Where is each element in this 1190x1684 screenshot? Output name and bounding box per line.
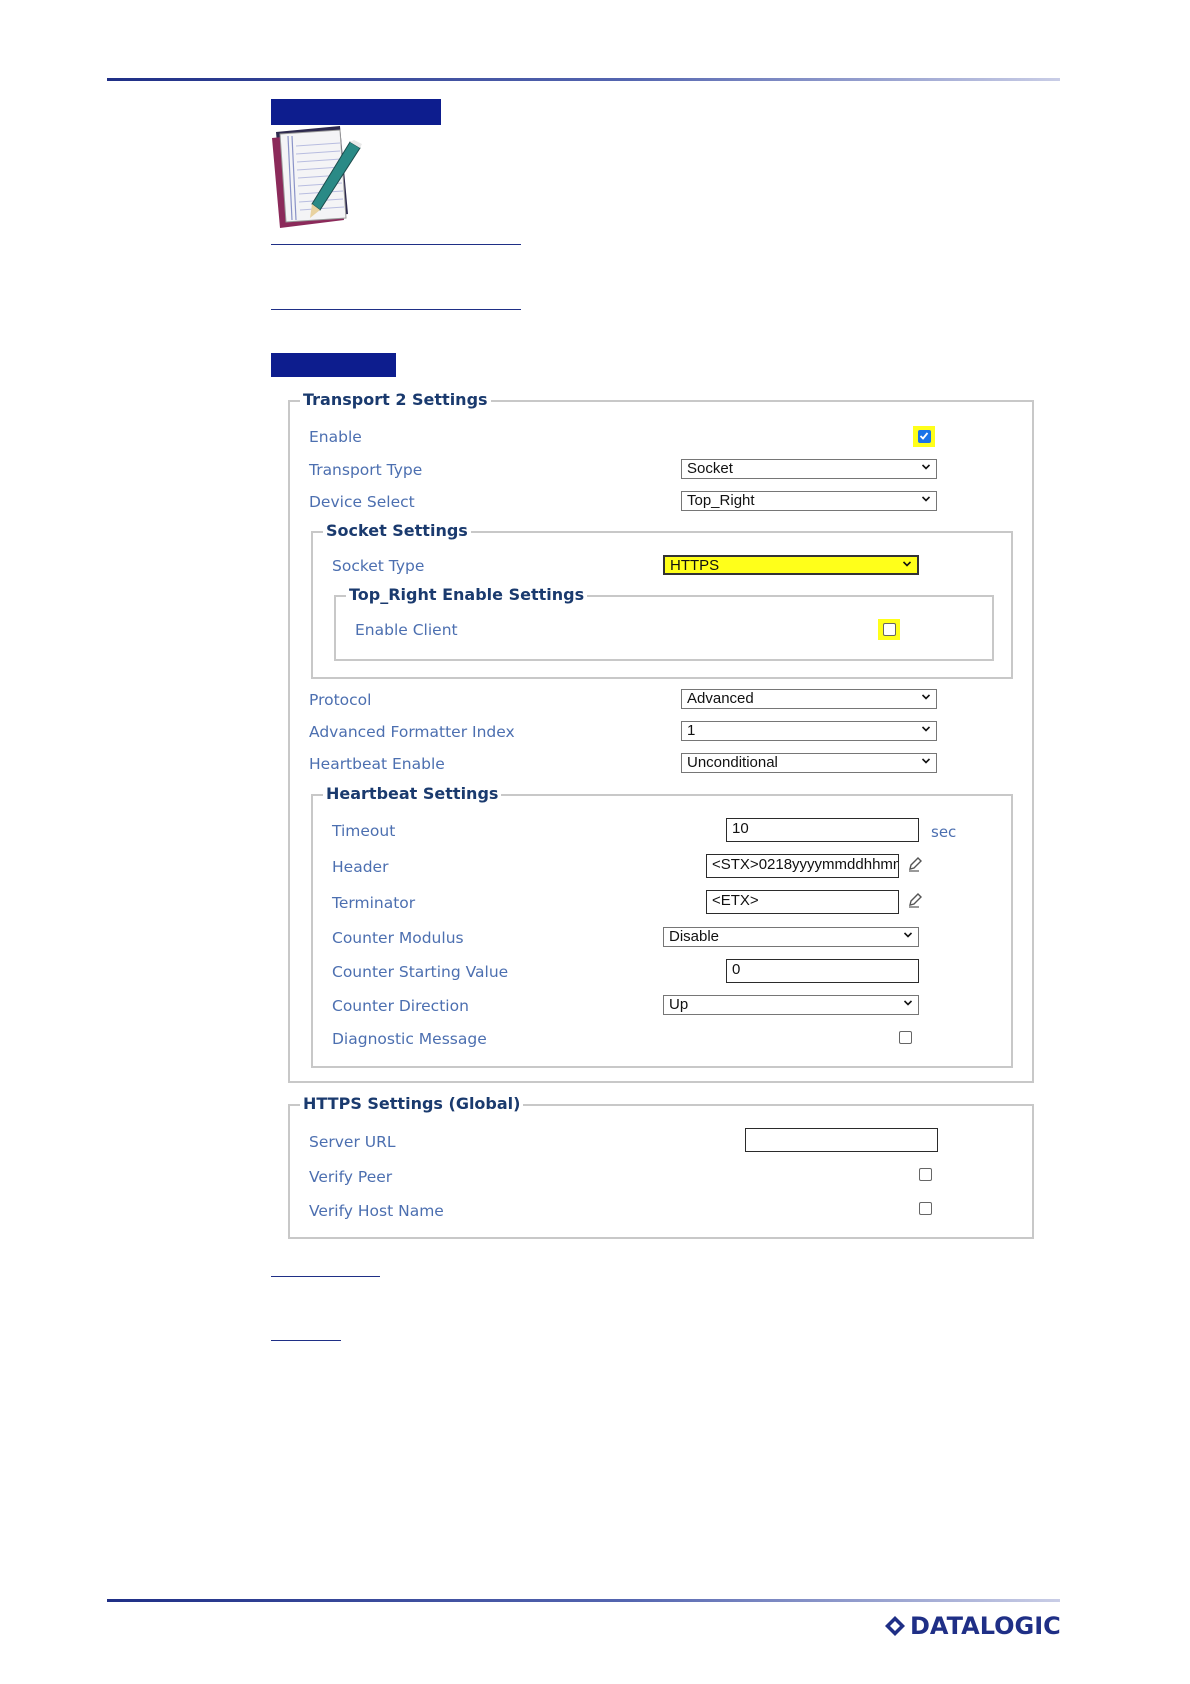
- footer-rule: [107, 1599, 1060, 1602]
- transport-type-select[interactable]: Socket: [681, 459, 937, 479]
- diagnostic-checkbox[interactable]: [899, 1031, 912, 1044]
- enable-checkbox[interactable]: [918, 430, 931, 443]
- server-url-input[interactable]: [745, 1128, 938, 1152]
- heartbeat-settings-legend: Heartbeat Settings: [323, 783, 502, 805]
- chevron-down-icon: [904, 932, 912, 938]
- timeout-label: Timeout: [332, 822, 396, 840]
- protocol-label: Protocol: [309, 691, 372, 709]
- header-input[interactable]: <STX>0218yyyymmddhhmm: [706, 854, 899, 878]
- verify-host-label: Verify Host Name: [309, 1202, 444, 1220]
- protocol-select[interactable]: Advanced: [681, 689, 937, 709]
- adv-formatter-value: 1: [687, 722, 696, 739]
- counter-modulus-label: Counter Modulus: [332, 929, 464, 947]
- counter-modulus-value: Disable: [669, 928, 720, 945]
- counter-direction-label: Counter Direction: [332, 997, 469, 1015]
- check-icon: [919, 432, 929, 440]
- transport-type-value: Socket: [687, 460, 733, 477]
- socket-type-value: HTTPS: [670, 557, 720, 574]
- heartbeat-enable-select[interactable]: Unconditional: [681, 753, 937, 773]
- verify-peer-checkbox[interactable]: [919, 1168, 932, 1181]
- diagnostic-label: Diagnostic Message: [332, 1030, 487, 1048]
- chevron-down-icon: [922, 726, 930, 732]
- socket-type-label: Socket Type: [332, 557, 425, 575]
- counter-direction-select[interactable]: Up: [663, 995, 919, 1015]
- adv-formatter-select[interactable]: 1: [681, 721, 937, 741]
- header-label: Header: [332, 858, 389, 876]
- counter-modulus-select[interactable]: Disable: [663, 927, 919, 947]
- chevron-down-icon: [903, 561, 911, 567]
- enable-settings-fieldset: Top_Right Enable Settings Enable Client: [334, 584, 994, 661]
- device-select-label: Device Select: [309, 493, 415, 511]
- underline-2: [271, 309, 521, 310]
- adv-formatter-label: Advanced Formatter Index: [309, 723, 515, 741]
- logo-text: DATALOGIC: [910, 1612, 1061, 1640]
- edit-pencil-icon[interactable]: [907, 856, 923, 872]
- counter-start-input[interactable]: 0: [726, 959, 919, 983]
- timeout-input[interactable]: 10: [726, 818, 919, 842]
- edit-pencil-icon[interactable]: [907, 892, 923, 908]
- redacted-heading: [271, 99, 441, 125]
- timeout-unit: sec: [931, 823, 957, 841]
- protocol-value: Advanced: [687, 690, 754, 707]
- socket-settings-fieldset: Socket Settings Socket Type HTTPS Top_Ri…: [311, 520, 1013, 679]
- chevron-down-icon: [922, 464, 930, 470]
- header-rule: [107, 78, 1060, 81]
- transport2-fieldset: Transport 2 Settings Enable Transport Ty…: [288, 389, 1034, 1083]
- counter-direction-value: Up: [669, 996, 689, 1013]
- chevron-down-icon: [922, 496, 930, 502]
- datalogic-logo: DATALOGIC: [884, 1612, 1061, 1640]
- heartbeat-settings-fieldset: Heartbeat Settings Timeout 10 sec Header…: [311, 783, 1013, 1068]
- heartbeat-enable-value: Unconditional: [687, 754, 778, 771]
- enable-client-label: Enable Client: [355, 621, 458, 639]
- device-select-value: Top_Right: [687, 492, 755, 509]
- underline-3: [271, 1276, 380, 1277]
- socket-settings-legend: Socket Settings: [323, 520, 471, 542]
- terminator-label: Terminator: [332, 894, 416, 912]
- counter-start-label: Counter Starting Value: [332, 963, 509, 981]
- terminator-input[interactable]: <ETX>: [706, 890, 899, 914]
- chevron-down-icon: [922, 694, 930, 700]
- socket-type-select[interactable]: HTTPS: [663, 555, 919, 575]
- verify-host-checkbox[interactable]: [919, 1202, 932, 1215]
- transport2-legend: Transport 2 Settings: [300, 389, 491, 411]
- heartbeat-enable-label: Heartbeat Enable: [309, 755, 445, 773]
- enable-label: Enable: [309, 428, 362, 446]
- underline-1: [271, 244, 521, 245]
- verify-peer-label: Verify Peer: [309, 1168, 393, 1186]
- chevron-down-icon: [904, 1000, 912, 1006]
- enable-settings-legend: Top_Right Enable Settings: [346, 584, 588, 606]
- https-fieldset: HTTPS Settings (Global) Server URL Verif…: [288, 1093, 1034, 1239]
- https-legend: HTTPS Settings (Global): [300, 1093, 524, 1115]
- datalogic-logo-mark-icon: [885, 1616, 905, 1636]
- device-select-select[interactable]: Top_Right: [681, 491, 937, 511]
- redacted-heading: [271, 353, 396, 377]
- underline-4: [271, 1340, 341, 1341]
- note-icon: [272, 126, 362, 228]
- chevron-down-icon: [922, 758, 930, 764]
- server-url-label: Server URL: [309, 1133, 396, 1151]
- enable-client-checkbox[interactable]: [883, 623, 896, 636]
- transport-type-label: Transport Type: [309, 461, 423, 479]
